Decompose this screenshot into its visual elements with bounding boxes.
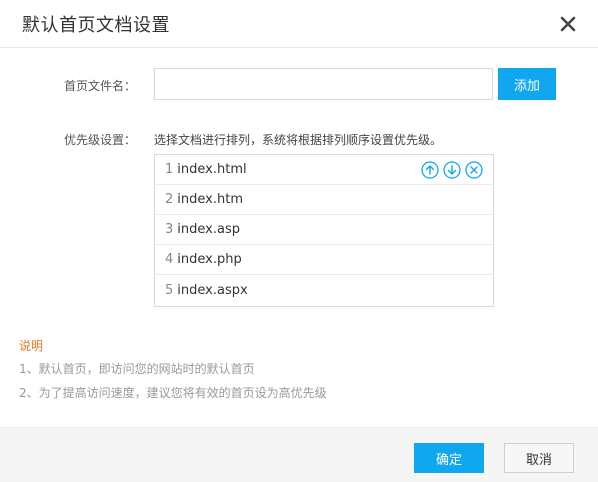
list-item-number: 5 xyxy=(165,282,174,298)
list-item[interactable]: 2 index.htm xyxy=(155,185,493,215)
list-item-name: index.asp xyxy=(177,222,240,237)
move-up-icon[interactable] xyxy=(421,161,439,179)
list-item-name: index.html xyxy=(177,162,247,177)
priority-label: 优先级设置： xyxy=(63,133,136,147)
list-item-name: index.aspx xyxy=(177,282,248,298)
dialog-footer: 确定 取消 xyxy=(0,427,598,482)
list-item-number: 4 xyxy=(165,252,174,267)
default-page-dialog: 默认首页文档设置 首页文件名： 添加 优先级设置： 选择文档进行排列，系统将根据… xyxy=(0,0,598,482)
list-item-actions xyxy=(421,161,483,179)
notes-title: 说明 xyxy=(19,339,44,353)
list-item[interactable]: 1 index.html xyxy=(155,155,493,185)
list-item-name: index.php xyxy=(177,252,242,267)
note-line: 1、默认首页，即访问您的网站时的默认首页 xyxy=(19,362,255,376)
confirm-button[interactable]: 确定 xyxy=(414,443,484,473)
priority-list: 1 index.html 2 index.htm 3 index.asp 4 i… xyxy=(154,154,494,307)
note-line: 2、为了提高访问速度，建议您将有效的首页设为高优先级 xyxy=(19,386,327,400)
close-icon[interactable] xyxy=(558,14,578,34)
list-item-number: 1 xyxy=(165,162,174,177)
list-item[interactable]: 5 index.aspx xyxy=(155,275,493,305)
dialog-title: 默认首页文档设置 xyxy=(22,15,170,36)
list-item-name: index.htm xyxy=(177,192,243,207)
priority-hint: 选择文档进行排列，系统将根据排列顺序设置优先级。 xyxy=(154,133,443,147)
dialog-header: 默认首页文档设置 xyxy=(0,0,598,48)
cancel-button[interactable]: 取消 xyxy=(504,443,574,473)
remove-icon[interactable] xyxy=(465,161,483,179)
add-button[interactable]: 添加 xyxy=(498,68,556,100)
list-item-number: 3 xyxy=(165,222,174,237)
filename-label: 首页文件名： xyxy=(63,79,136,93)
list-item[interactable]: 4 index.php xyxy=(155,245,493,275)
list-item-number: 2 xyxy=(165,192,174,207)
filename-input[interactable] xyxy=(154,68,493,100)
move-down-icon[interactable] xyxy=(443,161,461,179)
list-item[interactable]: 3 index.asp xyxy=(155,215,493,245)
